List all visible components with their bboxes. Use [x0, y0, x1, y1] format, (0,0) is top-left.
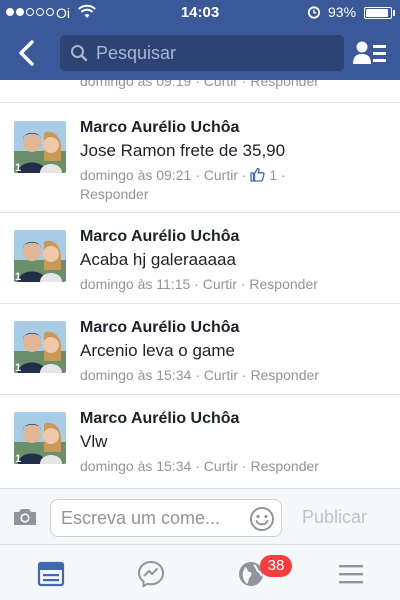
menu-icon	[339, 565, 363, 584]
previous-comment-partial: domingo às 09:19 · Curtir · Responder	[0, 80, 400, 103]
tab-news-feed[interactable]	[36, 559, 66, 589]
comment-meta-continued: Responder	[80, 186, 149, 202]
friend-list-icon	[353, 41, 386, 64]
comment-author[interactable]: Marco Aurélio Uchôa	[80, 319, 239, 337]
comment-text: Arcenio leva o game	[80, 341, 235, 360]
comment-item: 1 Marco Aurélio Uchôa Acaba hj galeraaaa…	[0, 214, 400, 304]
comment-text: Acaba hj galeraaaaa	[80, 250, 236, 269]
comment-composer: Escreva um come... Publicar	[0, 488, 400, 544]
comment-meta: domingo às 11:15 · Curtir · Responder	[80, 276, 318, 292]
comment-meta: domingo às 15:34 · Curtir · Responder	[80, 367, 319, 383]
comment-author[interactable]: Marco Aurélio Uchôa	[80, 410, 239, 428]
comment-time[interactable]: domingo às 09:21	[80, 167, 191, 183]
comment-time[interactable]: domingo às 15:34	[80, 367, 191, 383]
comment-text: Vlw	[80, 432, 108, 451]
search-icon	[70, 44, 88, 67]
like-link[interactable]: Curtir	[203, 276, 237, 292]
comment-meta: domingo às 09:21 · Curtir · 1 ·	[80, 167, 286, 185]
like-link[interactable]: Curtir	[204, 167, 238, 183]
comment-author[interactable]: Marco Aurélio Uchôa	[80, 119, 239, 137]
avatar[interactable]: 1	[14, 230, 66, 282]
comment-input-placeholder: Escreva um come...	[61, 508, 221, 528]
battery-percentage: 93%	[328, 4, 357, 20]
messenger-icon	[137, 560, 165, 588]
avatar-badge: 1	[15, 362, 22, 373]
chevron-left-icon	[19, 40, 34, 66]
tab-bar: 38	[0, 544, 400, 600]
like-link[interactable]: Curtir	[204, 367, 238, 383]
comment-time[interactable]: domingo às 15:34	[80, 458, 191, 474]
notification-badge: 38	[260, 555, 292, 577]
comment-item: 1 Marco Aurélio Uchôa Arcenio leva o gam…	[0, 305, 400, 395]
avatar-badge: 1	[15, 453, 22, 464]
comment-item: 1 Marco Aurélio Uchôa Jose Ramon frete d…	[0, 105, 400, 213]
comment-time[interactable]: domingo às 11:15	[80, 276, 190, 292]
header: Oi 14:03 93% Pesquisar	[0, 0, 400, 80]
friend-list-button[interactable]	[352, 38, 390, 68]
comment-text: Jose Ramon frete de 35,90	[80, 141, 286, 160]
like-link[interactable]: Curtir	[204, 458, 238, 474]
tab-menu[interactable]	[336, 559, 366, 589]
publish-button[interactable]: Publicar	[302, 507, 367, 528]
comment-list[interactable]: domingo às 09:19 · Curtir · Responder 1 …	[0, 80, 400, 488]
comment-meta: domingo às 09:19 · Curtir · Responder	[80, 80, 319, 89]
news-feed-icon	[37, 561, 65, 587]
reply-link[interactable]: Responder	[80, 186, 149, 202]
tab-messenger[interactable]	[136, 559, 166, 589]
alarm-icon	[307, 5, 321, 22]
battery-icon	[364, 7, 392, 19]
reply-link[interactable]: Responder	[250, 367, 319, 383]
comment-item: 1 Marco Aurélio Uchôa Vlw domingo às 15:…	[0, 396, 400, 488]
thumbs-up-icon	[250, 167, 266, 185]
like-count[interactable]: 1	[269, 167, 277, 183]
back-button[interactable]	[14, 38, 42, 68]
comment-meta: domingo às 15:34 · Curtir · Responder	[80, 458, 319, 474]
avatar[interactable]: 1	[14, 321, 66, 373]
search-input[interactable]: Pesquisar	[60, 35, 344, 71]
emoji-icon[interactable]	[249, 506, 275, 537]
status-bar: Oi 14:03 93%	[0, 0, 400, 26]
avatar-badge: 1	[15, 162, 22, 173]
reply-link[interactable]: Responder	[249, 276, 318, 292]
reply-link[interactable]: Responder	[250, 458, 319, 474]
avatar[interactable]: 1	[14, 412, 66, 464]
comment-input[interactable]: Escreva um come...	[50, 499, 282, 537]
avatar[interactable]: 1	[14, 121, 66, 173]
comment-author[interactable]: Marco Aurélio Uchôa	[80, 228, 239, 246]
camera-icon[interactable]	[12, 507, 38, 532]
avatar-badge: 1	[15, 271, 22, 282]
search-placeholder: Pesquisar	[96, 43, 177, 63]
